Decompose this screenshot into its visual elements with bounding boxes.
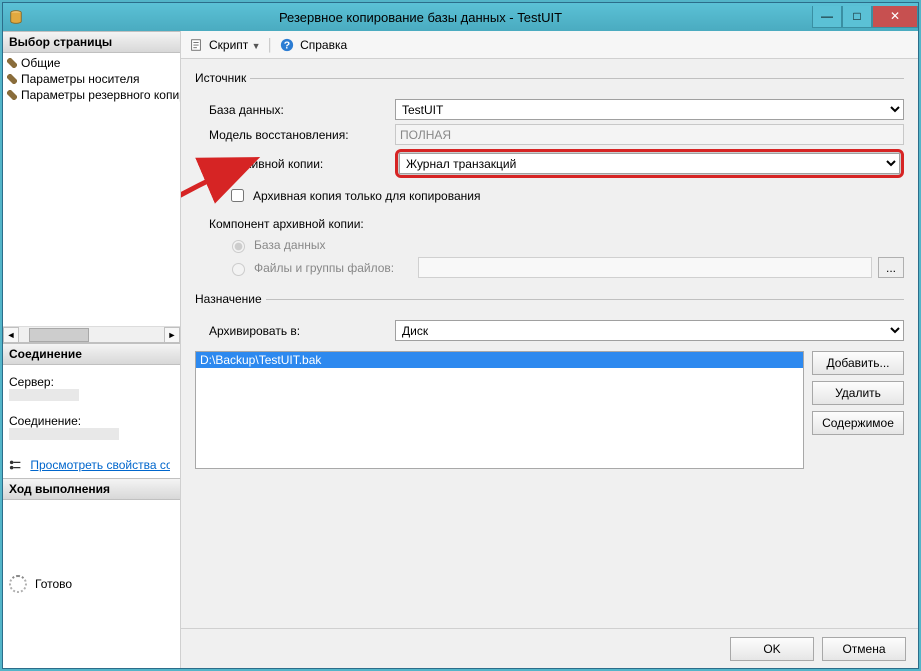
connection-icon <box>9 459 23 471</box>
help-button[interactable]: Справка <box>300 38 347 52</box>
backup-type-highlight: Журнал транзакций <box>395 149 904 178</box>
remove-destination-button[interactable]: Удалить <box>812 381 904 405</box>
component-database-radio <box>232 240 245 253</box>
dialog-window: Резервное копирование базы данных - Test… <box>2 2 919 669</box>
page-backup-options[interactable]: Параметры резервного копир <box>3 87 180 103</box>
contents-button[interactable]: Содержимое <box>812 411 904 435</box>
help-icon: ? <box>280 38 294 52</box>
page-media-options[interactable]: Параметры носителя <box>3 71 180 87</box>
toolbar: Скрипт ▼ │ ? Справка <box>181 31 918 59</box>
destination-listbox[interactable]: D:\Backup\TestUIT.bak <box>195 351 804 469</box>
connection-panel: Сервер: Соединение: Просмотреть свойства… <box>3 365 180 478</box>
connection-header: Соединение <box>3 343 180 365</box>
view-connection-properties-link[interactable]: Просмотреть свойства соед <box>30 458 170 472</box>
database-label: База данных: <box>195 103 395 117</box>
scroll-track[interactable] <box>19 327 164 343</box>
cancel-button[interactable]: Отмена <box>822 637 906 661</box>
component-database-label: База данных <box>254 238 325 252</box>
backup-to-select[interactable]: Диск <box>395 320 904 341</box>
minimize-button[interactable]: — <box>812 6 842 28</box>
destination-group: Назначение Архивировать в: Диск D:\Backu… <box>195 292 904 469</box>
script-icon <box>189 38 203 52</box>
filegroups-browse-button[interactable]: ... <box>878 257 904 278</box>
page-list-scrollbar[interactable]: ◄ ► <box>3 326 180 342</box>
copy-only-label: Архивная копия только для копирования <box>253 189 480 203</box>
ok-button[interactable]: OK <box>730 637 814 661</box>
source-legend: Источник <box>195 71 250 85</box>
progress-panel: Готово <box>3 500 180 668</box>
copy-only-checkbox[interactable] <box>231 189 244 202</box>
destination-legend: Назначение <box>195 292 266 306</box>
svg-text:?: ? <box>284 39 290 51</box>
source-group: Источник База данных: TestUIT Модель вос… <box>195 71 904 278</box>
dialog-footer: OK Отмена <box>181 628 918 668</box>
backup-component-label: Компонент архивной копии: <box>195 217 904 231</box>
scroll-left-button[interactable]: ◄ <box>3 327 19 343</box>
window-title: Резервное копирование базы данных - Test… <box>29 10 812 25</box>
component-filegroups-label: Файлы и группы файлов: <box>254 261 412 275</box>
progress-status: Готово <box>35 577 72 591</box>
add-destination-button[interactable]: Добавить... <box>812 351 904 375</box>
connection-label: Соединение: <box>9 414 174 428</box>
scroll-thumb[interactable] <box>29 328 89 342</box>
sidebar: Выбор страницы Общие Параметры носителя … <box>3 31 181 668</box>
scroll-right-button[interactable]: ► <box>164 327 180 343</box>
progress-spinner-icon <box>9 575 27 593</box>
page-list: Общие Параметры носителя Параметры резер… <box>3 53 180 343</box>
backup-to-label: Архивировать в: <box>195 324 395 338</box>
script-dropdown[interactable]: Скрипт ▼ <box>209 38 261 52</box>
backup-type-label: Тип архивной копии: <box>195 157 395 171</box>
backup-type-select[interactable]: Журнал транзакций <box>399 153 900 174</box>
server-value <box>9 389 79 401</box>
database-icon <box>9 10 23 24</box>
content-area: Источник База данных: TestUIT Модель вос… <box>181 59 918 628</box>
maximize-button[interactable]: □ <box>842 6 872 28</box>
main-panel: Скрипт ▼ │ ? Справка Источник База данны… <box>181 31 918 668</box>
titlebar[interactable]: Резервное копирование базы данных - Test… <box>3 3 918 31</box>
page-general[interactable]: Общие <box>3 55 180 71</box>
recovery-model-field <box>395 124 904 145</box>
progress-header: Ход выполнения <box>3 478 180 500</box>
filegroups-field <box>418 257 872 278</box>
pages-header: Выбор страницы <box>3 31 180 53</box>
connection-value <box>9 428 119 440</box>
recovery-model-label: Модель восстановления: <box>195 128 395 142</box>
close-button[interactable]: ✕ <box>872 6 918 28</box>
server-label: Сервер: <box>9 375 174 389</box>
component-filegroups-radio <box>232 263 245 276</box>
database-select[interactable]: TestUIT <box>395 99 904 120</box>
destination-item[interactable]: D:\Backup\TestUIT.bak <box>196 352 803 368</box>
